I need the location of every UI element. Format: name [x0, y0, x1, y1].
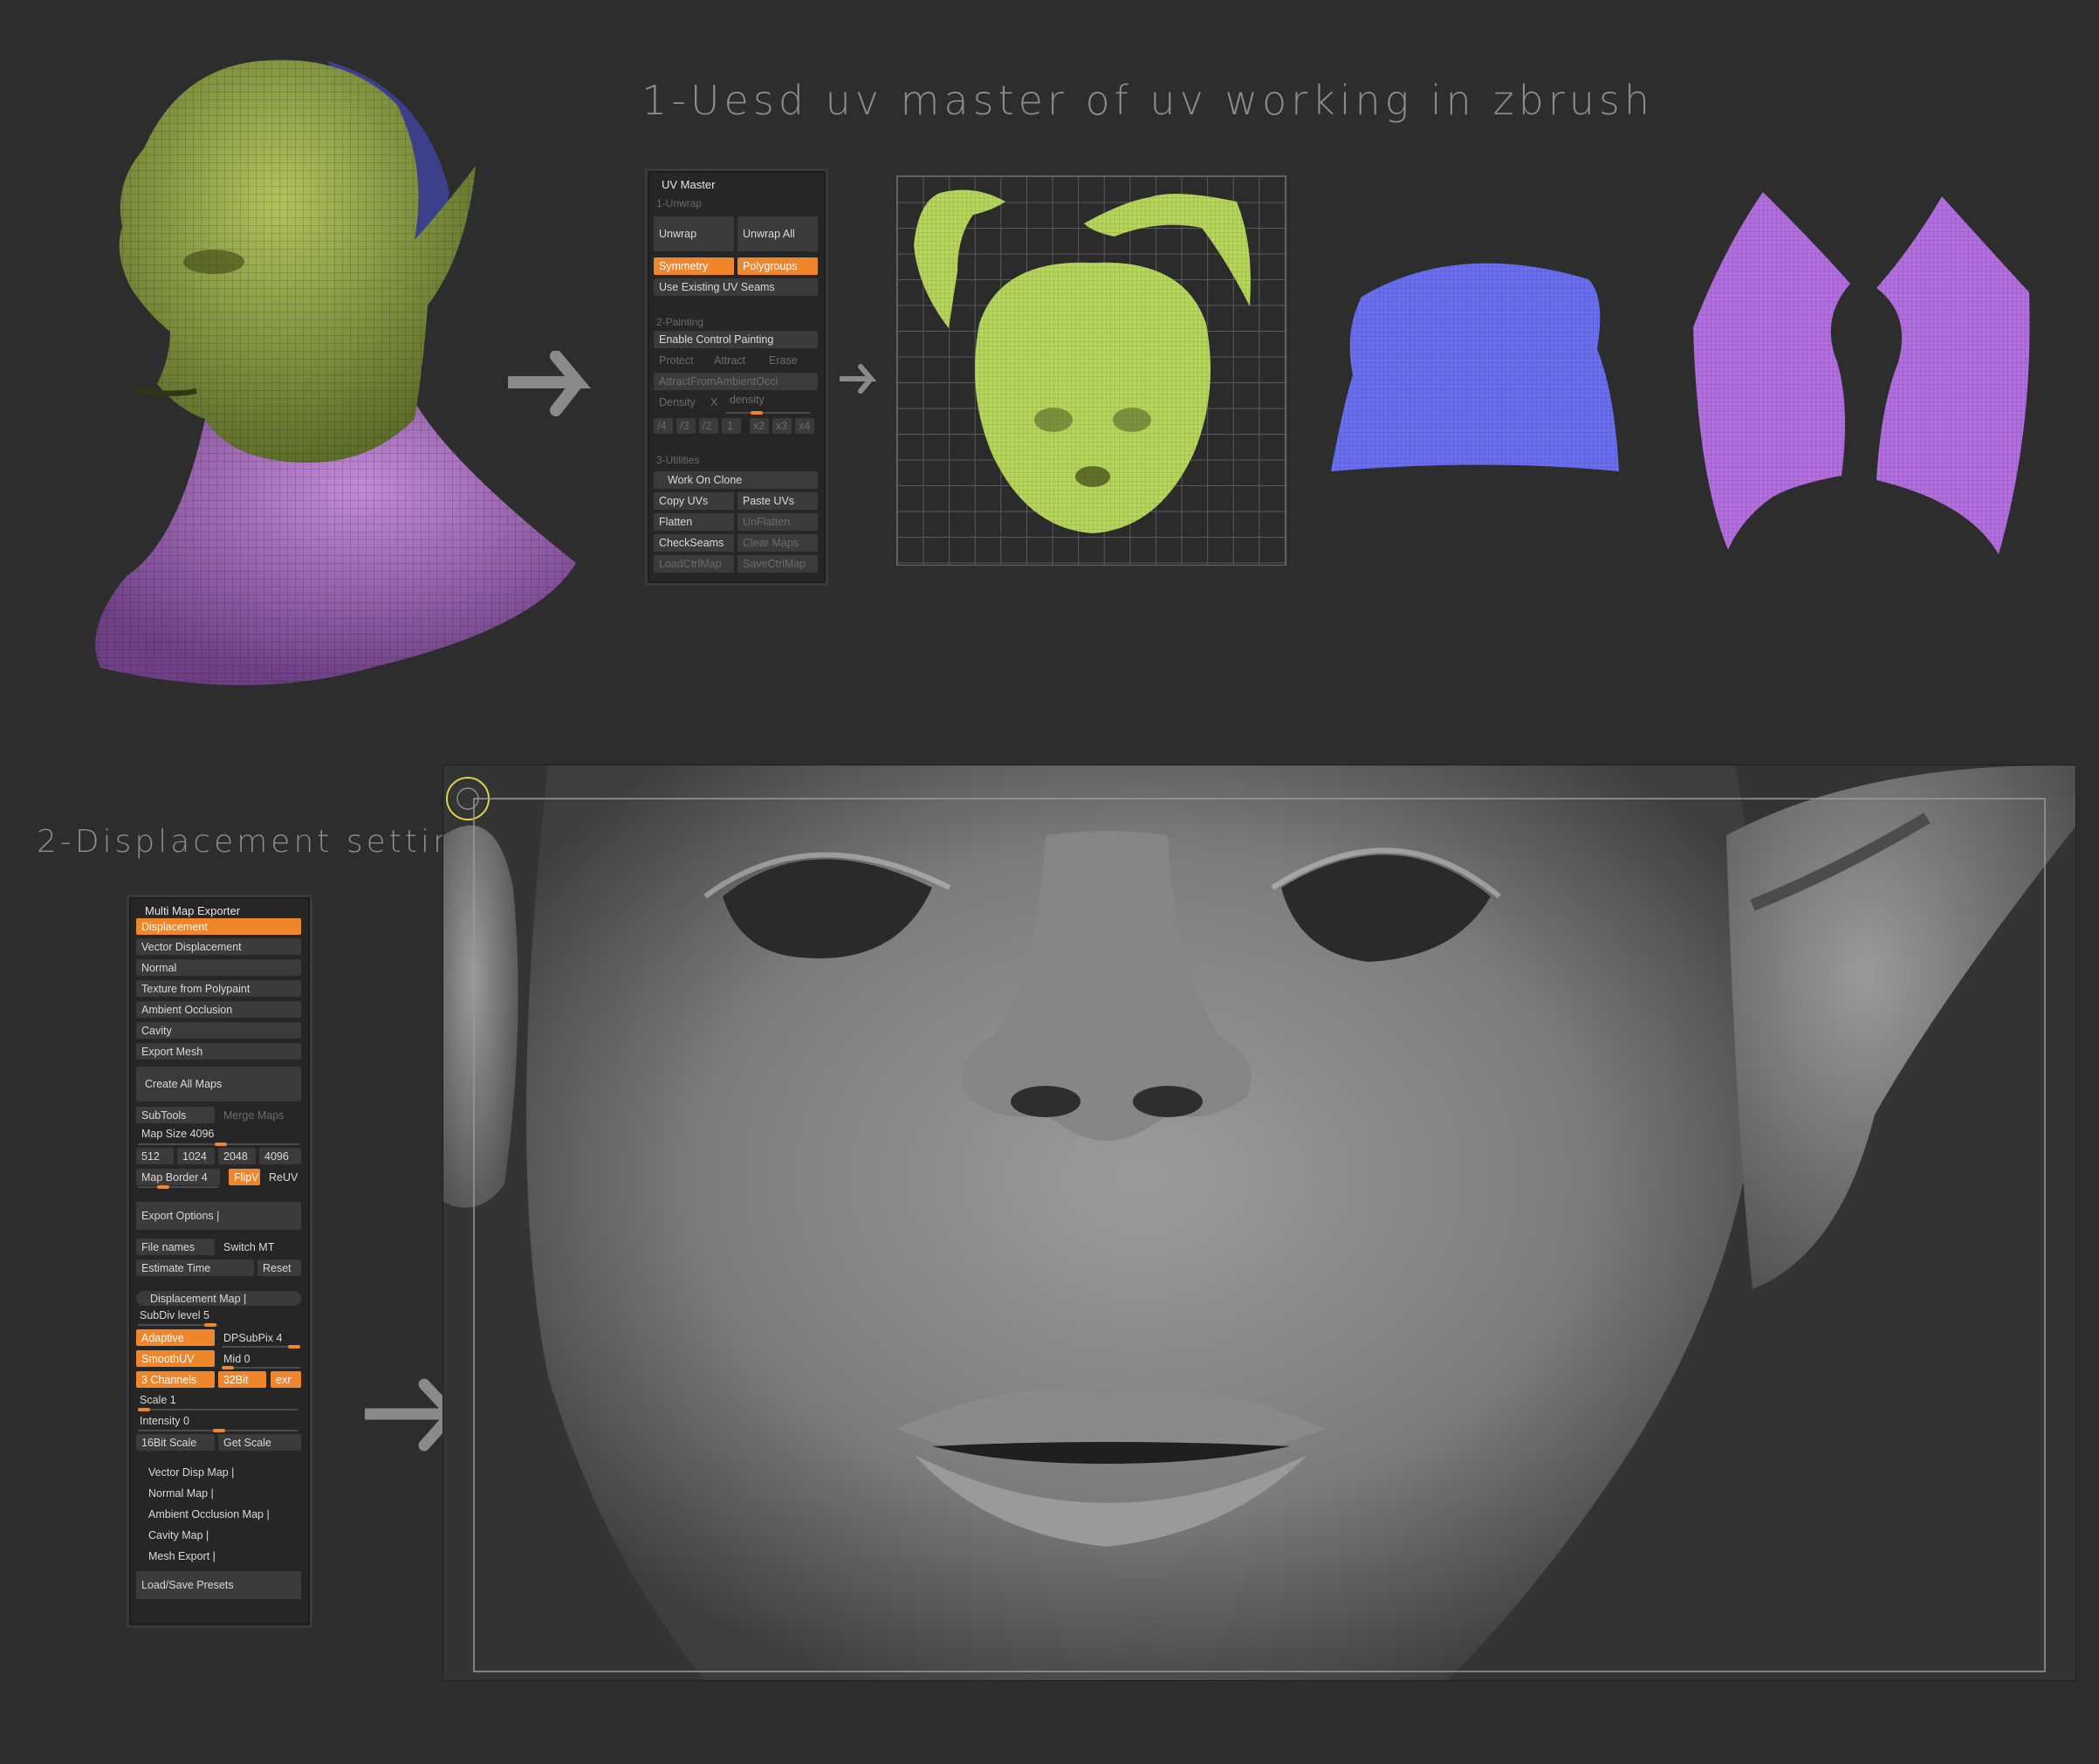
sculpted-face-render: [443, 765, 2075, 1680]
section2-heading: 2-Displacement setting: [37, 824, 479, 860]
clear-maps-button[interactable]: Clear Maps: [737, 534, 818, 552]
normal-map-subpalette[interactable]: Normal Map |: [143, 1485, 300, 1501]
dpsubpix-slider[interactable]: DPSubPix 4: [218, 1329, 301, 1346]
utilities-section-label: 3-Utilities: [656, 454, 700, 466]
load-save-presets-button[interactable]: Load/Save Presets: [136, 1571, 301, 1599]
density-div4-button[interactable]: /4: [654, 418, 673, 434]
normal-toggle[interactable]: Normal: [136, 959, 301, 976]
use-existing-seams-toggle[interactable]: Use Existing UV Seams: [654, 278, 818, 296]
map-size-slider[interactable]: [138, 1143, 299, 1146]
subdiv-level-slider-label[interactable]: SubDiv level 5: [134, 1308, 299, 1322]
density-x-label: X: [710, 396, 718, 408]
mid-slider-track: [222, 1366, 300, 1369]
texture-from-polypaint-toggle[interactable]: Texture from Polypaint: [136, 980, 301, 997]
polygroups-toggle[interactable]: Polygroups: [737, 257, 818, 275]
size-512-button[interactable]: 512: [136, 1148, 174, 1164]
ambient-occlusion-toggle[interactable]: Ambient Occlusion: [136, 1001, 301, 1018]
size-1024-button[interactable]: 1024: [177, 1148, 215, 1164]
map-border-slider[interactable]: Map Border 4: [136, 1169, 220, 1185]
dpsubpix-slider-track: [222, 1345, 300, 1349]
right-arrow-icon: [840, 364, 877, 394]
uv-island-blue: [1331, 263, 1619, 471]
switch-mt-toggle[interactable]: Switch MT: [218, 1239, 301, 1255]
adaptive-toggle[interactable]: Adaptive: [136, 1329, 215, 1346]
cavity-toggle[interactable]: Cavity: [136, 1022, 301, 1039]
flipv-toggle[interactable]: FlipV: [229, 1169, 260, 1185]
create-all-maps-button[interactable]: Create All Maps: [136, 1067, 301, 1102]
size-4096-button[interactable]: 4096: [259, 1148, 301, 1164]
32bit-toggle[interactable]: 32Bit: [218, 1371, 266, 1388]
scale-slider[interactable]: Scale 1: [134, 1392, 299, 1407]
erase-button[interactable]: Erase: [764, 352, 816, 369]
paste-uvs-button[interactable]: Paste UVs: [737, 492, 818, 510]
get-scale-button[interactable]: Get Scale: [218, 1434, 301, 1451]
right-arrow-icon: [508, 351, 591, 416]
save-ctrl-map-button[interactable]: SaveCtrlMap: [737, 555, 818, 573]
unwrap-button[interactable]: Unwrap: [654, 216, 734, 251]
uv-islands-green: [914, 189, 1251, 533]
multi-map-title: Multi Map Exporter: [145, 904, 241, 917]
density-1-button[interactable]: 1: [722, 418, 741, 434]
ao-map-subpalette[interactable]: Ambient Occlusion Map |: [143, 1506, 300, 1522]
map-size-slider-label[interactable]: Map Size 4096: [136, 1125, 301, 1142]
intensity-slider-track: [138, 1429, 298, 1432]
uv-islands-purple: [1693, 192, 2030, 554]
displacement-toggle[interactable]: Displacement: [136, 918, 301, 935]
subtools-toggle[interactable]: SubTools: [136, 1107, 215, 1123]
density-label: Density: [659, 396, 696, 408]
density-div2-button[interactable]: /2: [699, 418, 718, 434]
load-ctrl-map-button[interactable]: LoadCtrlMap: [654, 555, 734, 573]
16bit-scale-button[interactable]: 16Bit Scale: [136, 1434, 215, 1451]
density-x2-button[interactable]: x2: [750, 418, 769, 434]
file-names-button[interactable]: File names: [136, 1239, 215, 1255]
mid-slider[interactable]: Mid 0: [218, 1350, 301, 1367]
check-seams-button[interactable]: CheckSeams: [654, 534, 734, 552]
three-channels-toggle[interactable]: 3 Channels: [136, 1371, 215, 1388]
section1-heading: 1-Uesd uv master of uv working in zbrush: [641, 77, 1654, 124]
export-options-button[interactable]: Export Options |: [136, 1202, 301, 1230]
attract-from-ao-button[interactable]: AttractFromAmbientOccl: [654, 373, 818, 390]
symmetry-toggle[interactable]: Symmetry: [654, 257, 734, 275]
exr-toggle[interactable]: exr: [271, 1371, 301, 1388]
painting-section-label: 2-Painting: [656, 316, 704, 328]
intensity-slider[interactable]: Intensity 0: [134, 1413, 299, 1428]
reset-button[interactable]: Reset: [257, 1260, 301, 1276]
smoothuv-toggle[interactable]: SmoothUV: [136, 1350, 215, 1367]
density-x3-button[interactable]: x3: [772, 418, 792, 434]
estimate-time-button[interactable]: Estimate Time: [136, 1260, 254, 1276]
displacement-map-subpalette[interactable]: Displacement Map |: [136, 1291, 301, 1306]
cavity-map-subpalette[interactable]: Cavity Map |: [143, 1527, 300, 1543]
enable-control-painting-toggle[interactable]: Enable Control Painting: [654, 331, 818, 348]
subdiv-level-slider[interactable]: [138, 1323, 218, 1327]
unwrap-all-button[interactable]: Unwrap All: [737, 216, 818, 251]
unflatten-button[interactable]: UnFlatten: [737, 513, 818, 531]
flatten-button[interactable]: Flatten: [654, 513, 734, 531]
scale-slider-track: [138, 1408, 298, 1411]
copy-uvs-button[interactable]: Copy UVs: [654, 492, 734, 510]
density-slider-label[interactable]: density: [724, 391, 812, 408]
uv-master-panel: UV Master 1-Unwrap Unwrap Unwrap All Sym…: [648, 171, 826, 583]
attract-button[interactable]: Attract: [709, 352, 761, 369]
uv-master-title: UV Master: [662, 178, 716, 191]
reuv-toggle[interactable]: ReUV: [264, 1169, 301, 1185]
vector-disp-map-subpalette[interactable]: Vector Disp Map |: [143, 1464, 300, 1480]
vector-displacement-toggle[interactable]: Vector Displacement: [136, 938, 301, 955]
export-mesh-toggle[interactable]: Export Mesh: [136, 1043, 301, 1060]
density-slider[interactable]: [726, 411, 810, 415]
unwrap-section-label: 1-Unwrap: [656, 197, 703, 209]
map-border-slider-track: [138, 1185, 218, 1189]
density-x4-button[interactable]: x4: [795, 418, 814, 434]
density-div3-button[interactable]: /3: [676, 418, 696, 434]
mesh-export-subpalette[interactable]: Mesh Export |: [143, 1548, 300, 1564]
merge-maps-toggle[interactable]: Merge Maps: [218, 1107, 301, 1123]
protect-button[interactable]: Protect: [654, 352, 706, 369]
size-2048-button[interactable]: 2048: [218, 1148, 256, 1164]
work-on-clone-button[interactable]: Work On Clone: [654, 471, 818, 489]
multi-map-exporter-panel: Multi Map Exporter Displacement Vector D…: [129, 897, 310, 1625]
zbrush-viewport[interactable]: [442, 765, 2076, 1681]
